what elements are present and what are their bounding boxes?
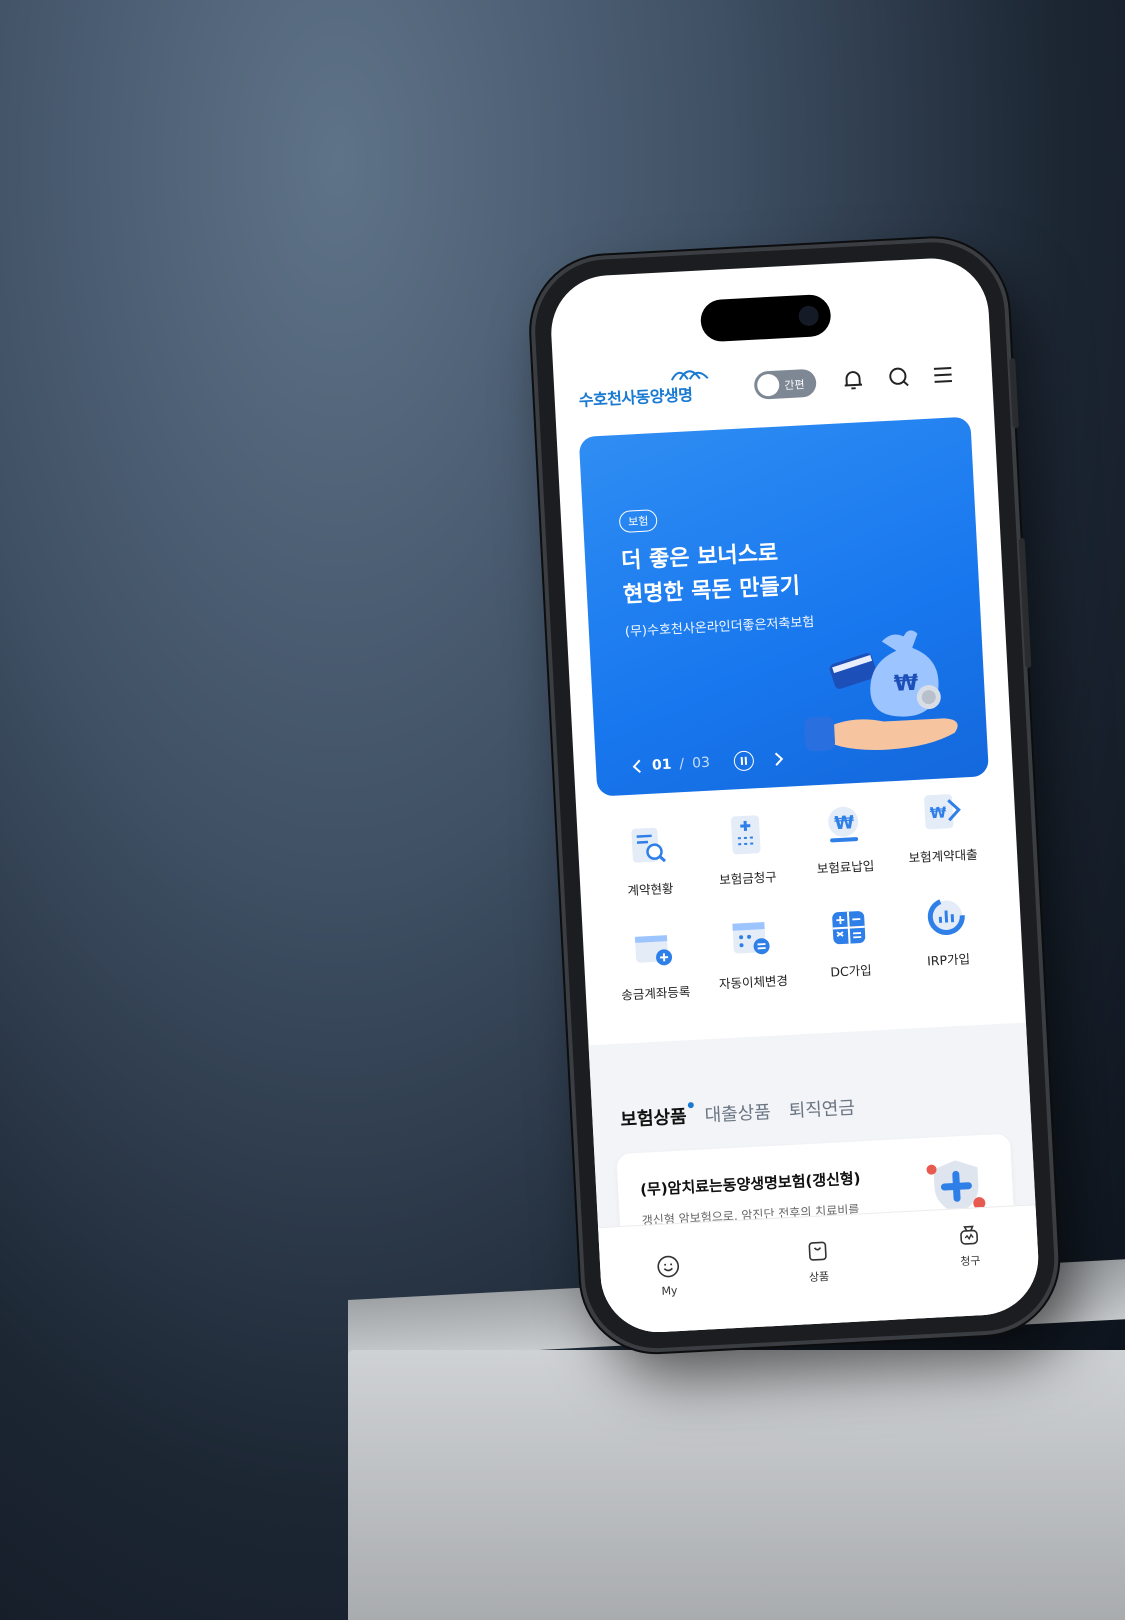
menu-item-auto-transfer[interactable]: 자동이체변경 [702, 914, 802, 993]
svg-text:₩: ₩ [893, 671, 919, 697]
page-current: 01 [651, 756, 672, 774]
tab-loan-products[interactable]: 대출상품 [704, 1098, 772, 1127]
bell-icon[interactable] [839, 366, 866, 393]
money-bag-hand-illustration: ₩ [804, 630, 958, 752]
menu-label: 보험금청구 [718, 869, 778, 888]
nav-label: My [661, 1284, 678, 1298]
tab-retirement-pension[interactable]: 퇴직연금 [788, 1094, 856, 1123]
action-button [1009, 358, 1019, 429]
toggle-knob [756, 373, 780, 397]
app-header: 수호천사동양생명 간편 [577, 349, 969, 419]
product-card-title: (무)암치료는동양생명보험(갱신형) [639, 1169, 861, 1199]
svg-text:₩: ₩ [834, 812, 855, 834]
brand-logo[interactable]: 수호천사동양생명 [578, 381, 693, 411]
contract-search-icon [631, 827, 667, 863]
nav-label: 청구 [959, 1254, 981, 1269]
quick-menu-grid: 계약현황 보험금청구 ₩ 보험료납입 ₩ 보험계약대출 송금계좌등록 자동이체변… [595, 794, 1005, 1027]
banner-title: 더 좋은 보너스로 현명한 목돈 만들기 [620, 536, 801, 613]
menu-item-policy-loan[interactable]: ₩ 보험계약대출 [892, 788, 992, 867]
nav-products[interactable]: 상품 [777, 1237, 859, 1287]
claim-bag-icon [960, 1225, 979, 1245]
calculator-icon [832, 911, 866, 945]
menu-label: DC가입 [829, 962, 873, 980]
nav-claim[interactable]: 청구 [928, 1221, 1010, 1271]
shopping-bag-icon [808, 1241, 827, 1261]
banner-subtitle: (무)수호천사온라인더좋은저축보험 [624, 615, 815, 640]
menu-label: 송금계좌등록 [621, 984, 691, 1003]
menu-item-irp-join[interactable]: IRP가입 [897, 892, 997, 971]
menu-label: 자동이체변경 [718, 972, 789, 992]
tab-insurance-products[interactable]: 보험상품 [620, 1102, 688, 1131]
account-add-icon [634, 935, 673, 966]
auto-transfer-icon [732, 922, 770, 955]
nav-label: 상품 [808, 1270, 830, 1285]
menu-item-remit-account[interactable]: 송금계좌등록 [605, 925, 705, 1004]
chevron-left-icon[interactable] [630, 758, 645, 775]
wave-logo-icon [670, 370, 709, 381]
bottom-navigation: My 상품 청구 [598, 1204, 1042, 1336]
banner-pager: 01 / 03 [630, 749, 787, 777]
smile-icon [657, 1255, 680, 1278]
phone-frame: 수호천사동양생명 간편 보험 더 좋은 보너스로 현명한 목돈 만들기 (무)수… [531, 238, 1058, 1352]
search-icon[interactable] [885, 364, 912, 391]
chart-ring-icon [927, 898, 965, 936]
side-button [1018, 537, 1032, 669]
dynamic-island [699, 293, 832, 343]
simple-mode-toggle[interactable]: 간편 [753, 368, 817, 400]
svg-text:₩: ₩ [929, 803, 947, 822]
claim-document-icon [730, 815, 761, 855]
menu-item-claim[interactable]: 보험금청구 [697, 810, 797, 889]
phone-mockup: 수호천사동양생명 간편 보험 더 좋은 보너스로 현명한 목돈 만들기 (무)수… [531, 238, 1069, 1362]
menu-item-dc-join[interactable]: DC가입 [800, 903, 900, 982]
won-payment-icon: ₩ [828, 806, 859, 843]
menu-item-contract-status[interactable]: 계약현황 [599, 822, 699, 901]
menu-label: 계약현황 [627, 880, 674, 899]
app-screen: 수호천사동양생명 간편 보험 더 좋은 보너스로 현명한 목돈 만들기 (무)수… [548, 255, 1042, 1336]
page-separator: / [679, 756, 685, 773]
page-total: 03 [691, 754, 711, 772]
toggle-label: 간편 [783, 378, 805, 393]
promo-banner[interactable]: 보험 더 좋은 보너스로 현명한 목돈 만들기 (무)수호천사온라인더좋은저축보… [578, 416, 990, 797]
nav-my[interactable]: My [628, 1252, 710, 1299]
menu-label: IRP가입 [926, 951, 971, 969]
loan-document-icon: ₩ [924, 794, 961, 830]
product-tabs: 보험상품 대출상품 퇴직연금 [620, 1094, 856, 1132]
hamburger-menu-icon[interactable] [929, 361, 956, 388]
menu-label: 보험계약대출 [908, 846, 978, 866]
banner-tag: 보험 [618, 509, 658, 534]
pause-icon[interactable] [733, 750, 755, 772]
chevron-right-icon[interactable] [771, 751, 786, 768]
menu-label: 보험료납입 [816, 858, 875, 877]
concrete-pedestal [348, 1350, 1125, 1620]
menu-item-premium-payment[interactable]: ₩ 보험료납입 [794, 799, 894, 878]
